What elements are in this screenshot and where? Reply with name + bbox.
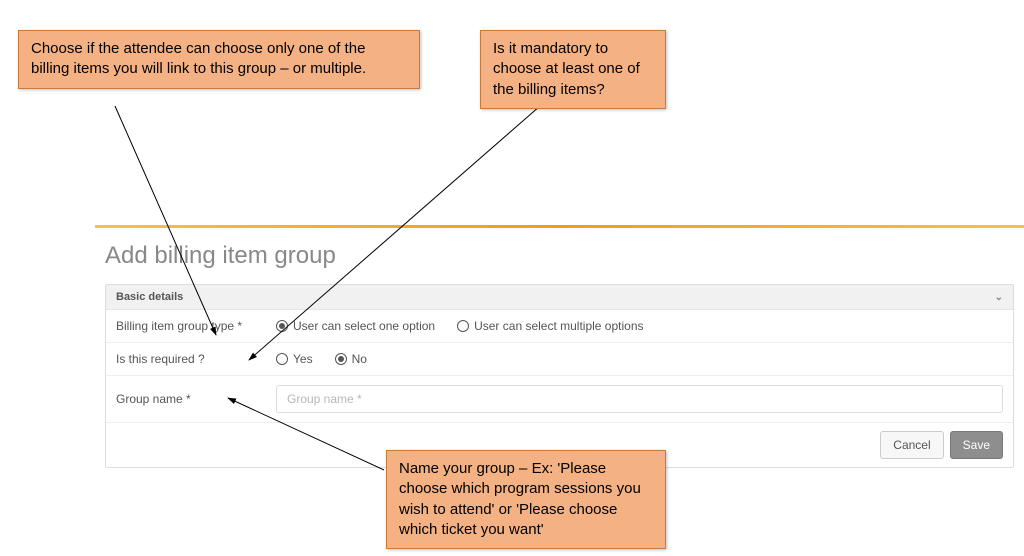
- radio-icon-selected: [335, 353, 347, 365]
- radio-required-yes[interactable]: Yes: [276, 352, 313, 366]
- panel-heading-text: Basic details: [116, 291, 183, 303]
- radio-label: User can select multiple options: [474, 319, 643, 333]
- row-group-type: Billing item group type * User can selec…: [106, 310, 1013, 343]
- add-billing-item-group-page: Add billing item group Basic details ⌄ B…: [95, 232, 1024, 468]
- radio-icon-selected: [276, 320, 288, 332]
- radio-label: No: [352, 352, 367, 366]
- cancel-button[interactable]: Cancel: [880, 431, 943, 459]
- top-accent-bar: [95, 225, 1024, 228]
- radio-type-multiple-options[interactable]: User can select multiple options: [457, 319, 643, 333]
- group-name-input[interactable]: [276, 385, 1003, 413]
- save-button[interactable]: Save: [950, 431, 1003, 459]
- radio-icon: [276, 353, 288, 365]
- chevron-down-icon: ⌄: [995, 292, 1003, 303]
- panel-body: Billing item group type * User can selec…: [106, 310, 1013, 423]
- row-group-name: Group name *: [106, 376, 1013, 423]
- radio-type-one-option[interactable]: User can select one option: [276, 319, 435, 333]
- panel-header[interactable]: Basic details ⌄: [106, 285, 1013, 310]
- radio-label: User can select one option: [293, 319, 435, 333]
- page-title: Add billing item group: [105, 242, 1014, 270]
- basic-details-panel: Basic details ⌄ Billing item group type …: [105, 284, 1014, 468]
- row-required: Is this required ? Yes No: [106, 343, 1013, 376]
- radio-label: Yes: [293, 352, 313, 366]
- label-group-type: Billing item group type *: [116, 319, 276, 333]
- callout-group-name: Name your group – Ex: 'Please choose whi…: [386, 450, 666, 549]
- radio-icon: [457, 320, 469, 332]
- callout-required: Is it mandatory to choose at least one o…: [480, 30, 666, 109]
- label-required: Is this required ?: [116, 352, 276, 366]
- radio-required-no[interactable]: No: [335, 352, 367, 366]
- callout-group-type: Choose if the attendee can choose only o…: [18, 30, 420, 89]
- label-group-name: Group name *: [116, 392, 276, 406]
